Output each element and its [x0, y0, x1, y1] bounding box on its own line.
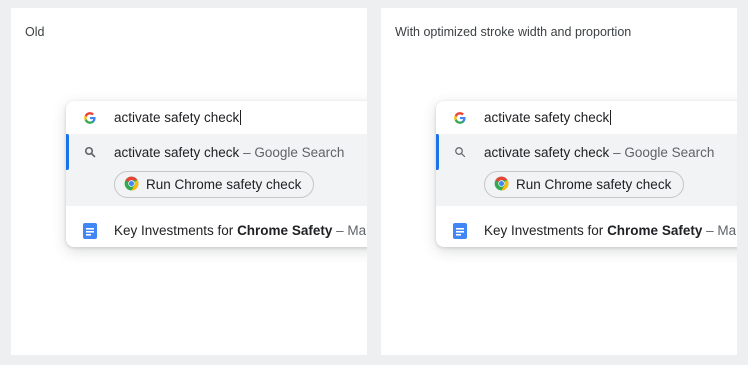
text-cursor: [610, 110, 612, 125]
doc-title-match: Chrome Safety: [237, 223, 333, 238]
omnibox-input-row[interactable]: activate safety check: [66, 101, 367, 134]
google-docs-icon: [436, 222, 484, 239]
chip-label: Run Chrome safety check: [146, 177, 302, 192]
document-suggestion-row[interactable]: Key Investments for Chrome Safety – Ma: [436, 214, 737, 247]
suggestion-query: activate safety check: [484, 144, 610, 160]
omnibox-input-text[interactable]: activate safety check: [484, 110, 612, 125]
doc-title-prefix: Key Investments for: [484, 223, 608, 238]
doc-title-suffix: – Ma: [332, 223, 367, 238]
panel-label: Old: [25, 25, 45, 39]
omnibox-dropdown: activate safety check activate safety ch…: [436, 101, 737, 247]
google-g-icon: [436, 111, 484, 125]
search-icon: [436, 146, 484, 158]
suggestion-source: – Google Search: [243, 144, 345, 160]
google-docs-icon: [66, 222, 114, 239]
search-icon: [66, 146, 114, 158]
omnibox-dropdown: activate safety check activate safety ch…: [66, 101, 367, 247]
suggestion-query: activate safety check: [114, 144, 240, 160]
panel-old: Old activate safety check activate safet…: [11, 8, 367, 355]
google-g-icon: [66, 111, 114, 125]
text-cursor: [240, 110, 242, 125]
selected-suggestion-group: activate safety check – Google Search Ru…: [66, 134, 367, 206]
document-suggestion-row[interactable]: Key Investments for Chrome Safety – Ma: [66, 214, 367, 247]
search-suggestion-row[interactable]: activate safety check – Google Search: [436, 134, 737, 170]
doc-title-prefix: Key Investments for: [114, 223, 238, 238]
run-safety-check-chip[interactable]: Run Chrome safety check: [484, 171, 685, 198]
omnibox-input-row[interactable]: activate safety check: [436, 101, 737, 134]
doc-title-suffix: – Ma: [702, 223, 737, 238]
selected-suggestion-group: activate safety check – Google Search Ru…: [436, 134, 737, 206]
suggestion-source: – Google Search: [613, 144, 715, 160]
run-safety-check-chip[interactable]: Run Chrome safety check: [114, 171, 315, 198]
search-suggestion-row[interactable]: activate safety check – Google Search: [66, 134, 367, 170]
panel-optimized: With optimized stroke width and proporti…: [381, 8, 737, 355]
panel-label: With optimized stroke width and proporti…: [395, 25, 632, 39]
chrome-icon: [494, 176, 509, 194]
chip-label: Run Chrome safety check: [516, 177, 672, 192]
chrome-icon: [124, 176, 139, 194]
doc-title-match: Chrome Safety: [607, 223, 703, 238]
omnibox-input-text[interactable]: activate safety check: [114, 110, 242, 125]
